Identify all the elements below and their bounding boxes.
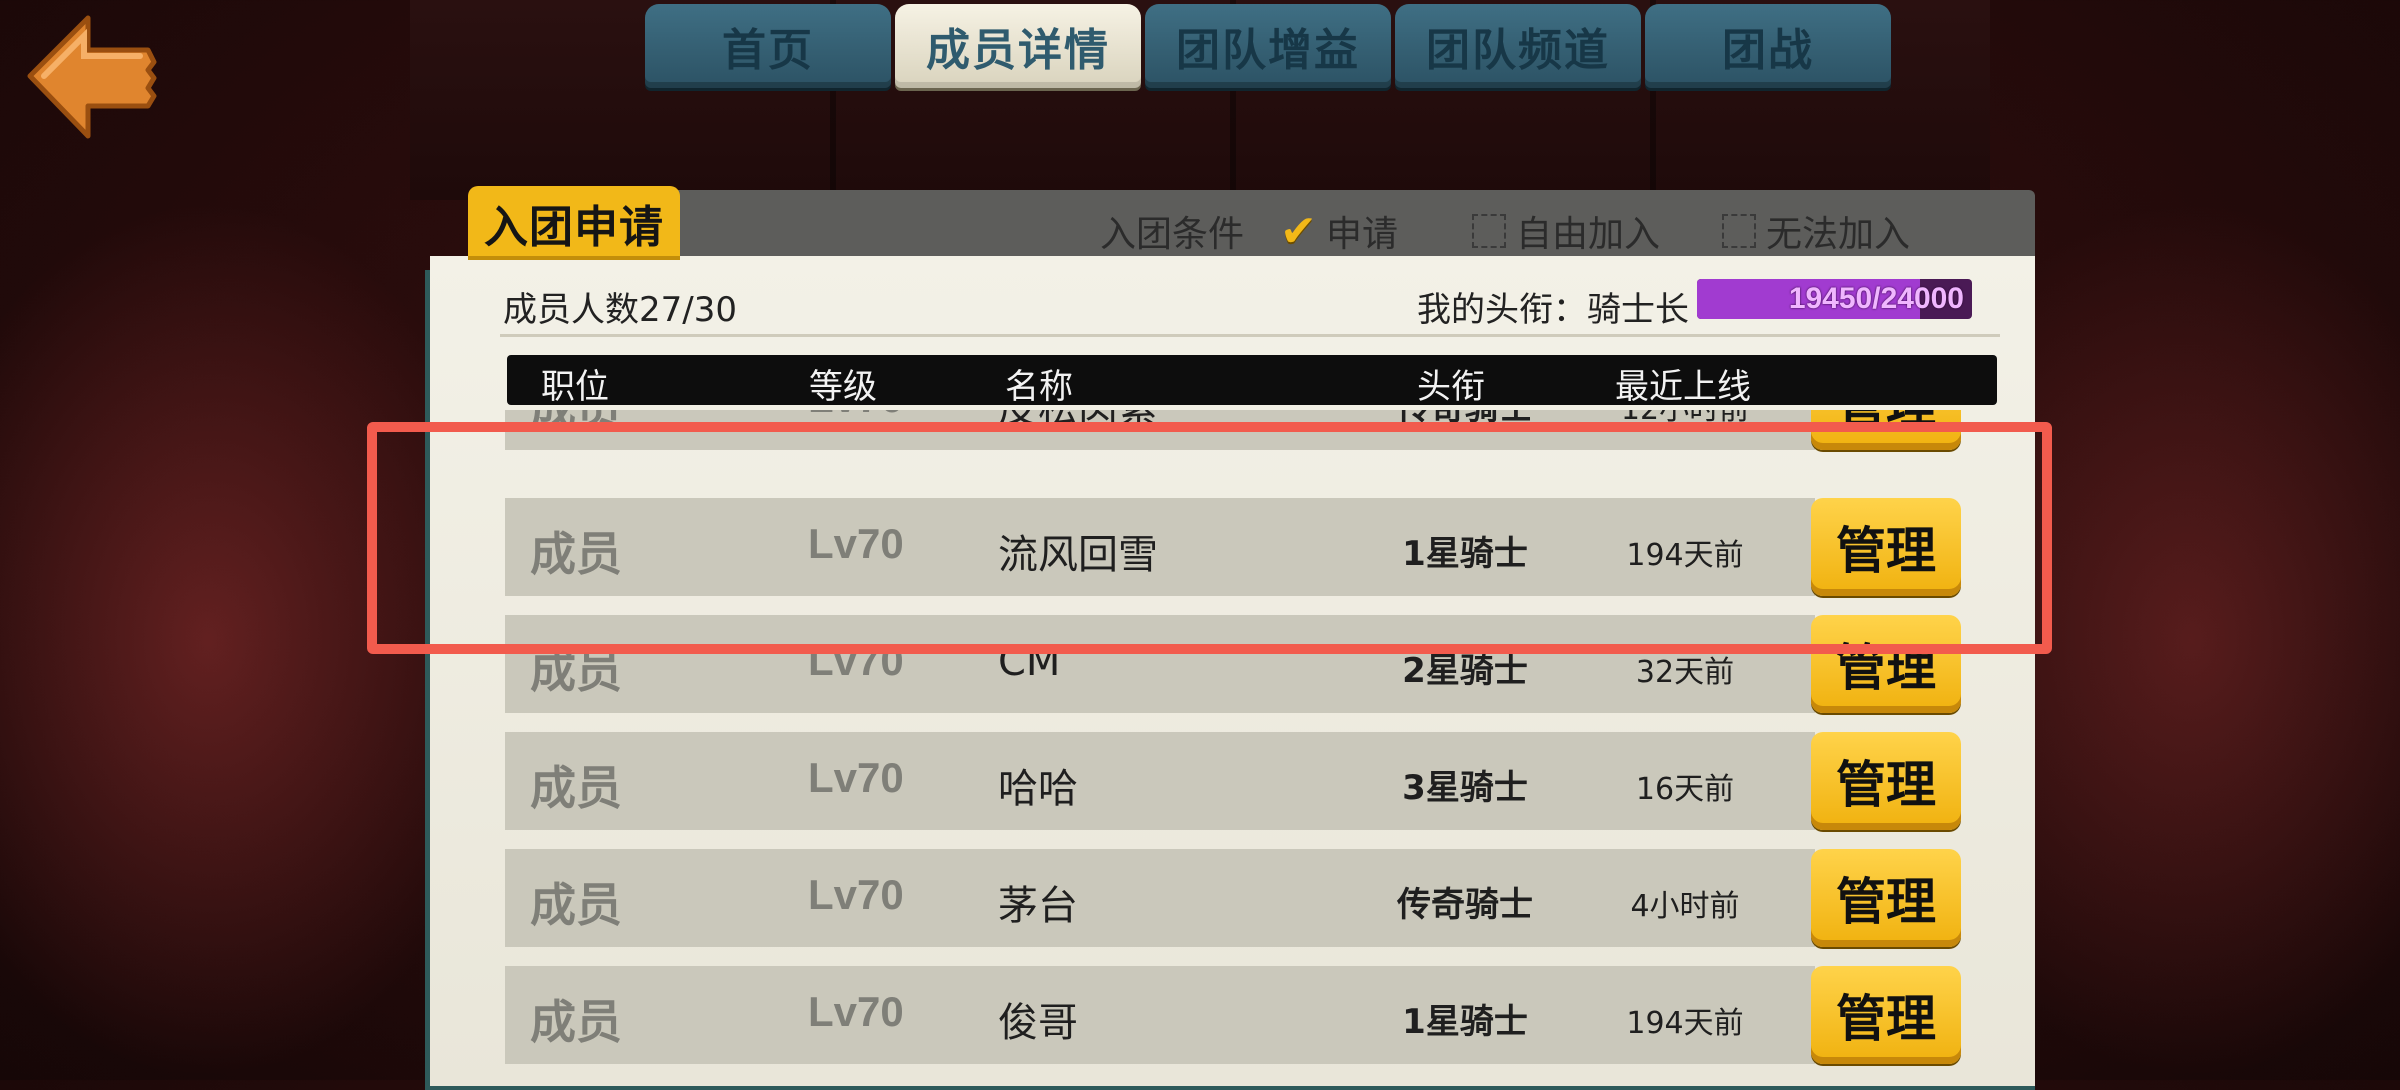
row-last-online: 32天前 bbox=[1635, 655, 1735, 690]
row-level: Lv70 bbox=[808, 754, 904, 801]
row-name: CM bbox=[998, 639, 1061, 685]
row-title: 3星骑士 bbox=[1402, 768, 1528, 808]
row-last-online: 12小时前 bbox=[1595, 410, 1775, 428]
join-condition-label: 入团条件 bbox=[1100, 214, 1245, 255]
table-row: 成员 Lv70 俊哥 1星骑士 194天前 管理 bbox=[505, 966, 2005, 1064]
table-row: 成员 Lv70 CM 2星骑士 32天前 管理 bbox=[505, 615, 2005, 713]
option-apply-label: 申请 bbox=[1326, 214, 1399, 255]
checkmark-icon: ✔ bbox=[1280, 206, 1317, 257]
row-name: 流风回雪 bbox=[998, 532, 1158, 578]
my-title-label: 我的头衔：骑士长 bbox=[1417, 290, 1689, 330]
tab-member-details[interactable]: 成员详情 bbox=[895, 4, 1141, 88]
tab-team-battle[interactable]: 团战 bbox=[1645, 4, 1891, 88]
members-count: 成员人数27/30 bbox=[503, 290, 737, 330]
option-apply[interactable]: ✔ 申请 bbox=[1280, 205, 1399, 257]
tab-team-buffs[interactable]: 团队增益 bbox=[1145, 4, 1391, 88]
tab-team-channel[interactable]: 团队频道 bbox=[1395, 4, 1641, 88]
option-no-join-label: 无法加入 bbox=[1766, 214, 1911, 255]
row-position: 成员 bbox=[530, 762, 622, 814]
row-position: 成员 bbox=[530, 528, 622, 580]
checkbox-no-join[interactable] bbox=[1722, 214, 1756, 248]
row-last-online: 194天前 bbox=[1626, 1006, 1744, 1041]
row-last-online: 194天前 bbox=[1626, 538, 1744, 573]
row-position: 成员 bbox=[530, 879, 622, 931]
header-title: 头衔 bbox=[1417, 367, 1485, 407]
checkbox-free-join[interactable] bbox=[1472, 214, 1506, 248]
header-position: 职位 bbox=[541, 367, 609, 407]
table-header: 职位 等级 名称 头衔 最近上线 bbox=[507, 355, 1997, 407]
back-arrow-icon bbox=[27, 15, 157, 139]
back-arrow-button[interactable] bbox=[24, 14, 164, 140]
manage-button[interactable]: 管理 bbox=[1811, 615, 1961, 713]
row-level: Lv70 bbox=[808, 410, 904, 422]
checkbox-apply[interactable]: ✔ bbox=[1280, 206, 1317, 257]
table-row: 成员 Lv70 流风回雪 1星骑士 194天前 管理 bbox=[505, 498, 2005, 596]
header-level: 等级 bbox=[809, 367, 877, 407]
row-title: 2星骑士 bbox=[1402, 651, 1528, 691]
table-row: 成员 Lv70 皮松肉紧 传奇骑士 12小时前 管理 bbox=[505, 410, 2005, 450]
manage-button[interactable]: 管理 bbox=[1811, 849, 1961, 947]
row-title: 1星骑士 bbox=[1402, 1002, 1528, 1042]
header-last-online: 最近上线 bbox=[1615, 367, 1751, 407]
row-last-online: 16天前 bbox=[1635, 772, 1735, 807]
member-list[interactable]: 成员 Lv70 皮松肉紧 传奇骑士 12小时前 管理 成员 Lv70 流风回雪 … bbox=[505, 410, 2005, 1080]
row-level: Lv70 bbox=[808, 520, 904, 567]
option-free-join-label: 自由加入 bbox=[1516, 214, 1661, 255]
manage-button[interactable]: 管理 bbox=[1811, 732, 1961, 830]
row-level: Lv70 bbox=[808, 988, 904, 1035]
row-name: 俊哥 bbox=[998, 1000, 1078, 1046]
row-level: Lv70 bbox=[808, 871, 904, 918]
join-requests-tab[interactable]: 入团申请 bbox=[468, 186, 680, 260]
row-position: 成员 bbox=[530, 645, 622, 697]
row-name: 皮松肉紧 bbox=[998, 410, 1158, 434]
tab-home[interactable]: 首页 bbox=[645, 4, 891, 88]
manage-button[interactable]: 管理 bbox=[1811, 966, 1961, 1064]
row-position: 成员 bbox=[530, 410, 622, 438]
option-free-join[interactable]: 自由加入 bbox=[1472, 205, 1660, 257]
divider bbox=[500, 334, 2000, 337]
table-row: 成员 Lv70 哈哈 3星骑士 16天前 管理 bbox=[505, 732, 2005, 830]
rank-progress-text: 19450/24000 bbox=[1788, 282, 1964, 315]
top-tab-bar: 首页 成员详情 团队增益 团队频道 团战 bbox=[645, 4, 1895, 90]
row-title: 传奇骑士 bbox=[1397, 885, 1533, 925]
option-no-join[interactable]: 无法加入 bbox=[1722, 205, 1910, 257]
row-title: 1星骑士 bbox=[1402, 534, 1528, 574]
rank-progress-bar: 19450/24000 bbox=[1697, 279, 1972, 319]
header-name: 名称 bbox=[1005, 367, 1073, 407]
row-name: 茅台 bbox=[998, 883, 1078, 929]
row-last-online: 4小时前 bbox=[1630, 889, 1740, 924]
table-row: 成员 Lv70 茅台 传奇骑士 4小时前 管理 bbox=[505, 849, 2005, 947]
manage-button[interactable]: 管理 bbox=[1811, 410, 1961, 450]
row-level: Lv70 bbox=[808, 637, 904, 684]
row-name: 哈哈 bbox=[998, 766, 1078, 812]
row-position: 成员 bbox=[530, 996, 622, 1048]
manage-button[interactable]: 管理 bbox=[1811, 498, 1961, 596]
row-title: 传奇骑士 bbox=[1345, 410, 1585, 429]
